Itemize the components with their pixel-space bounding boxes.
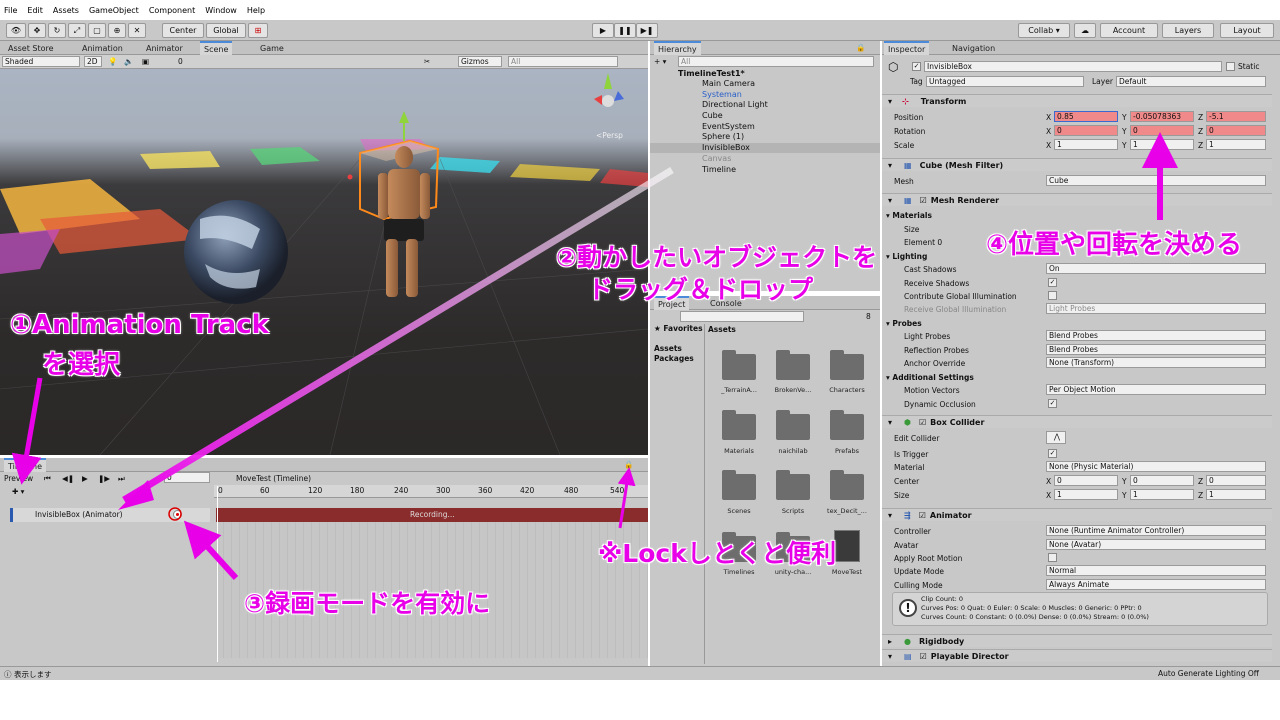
- annotation-1-line2: を選択: [42, 350, 121, 380]
- annotation-3: ③録画モードを有効に: [244, 589, 491, 618]
- arrow-lock: [617, 467, 636, 529]
- annotation-1-line1: ①Animation Track: [10, 310, 269, 340]
- arrow-2-head: [118, 480, 154, 510]
- annotation-lock: ※Lockしとくと便利: [598, 539, 837, 568]
- record-highlight: [168, 507, 182, 521]
- arrow-3: [183, 520, 239, 581]
- arrow-1: [11, 377, 43, 485]
- annotation-4: ④位置や回転を決める: [986, 230, 1243, 260]
- annotation-2-line2: ドラッグ＆ドロップ: [588, 275, 814, 304]
- annotation-2-line1: ②動かしたいオブジェクトを: [556, 243, 878, 272]
- annotation-arrows: [11, 132, 1178, 581]
